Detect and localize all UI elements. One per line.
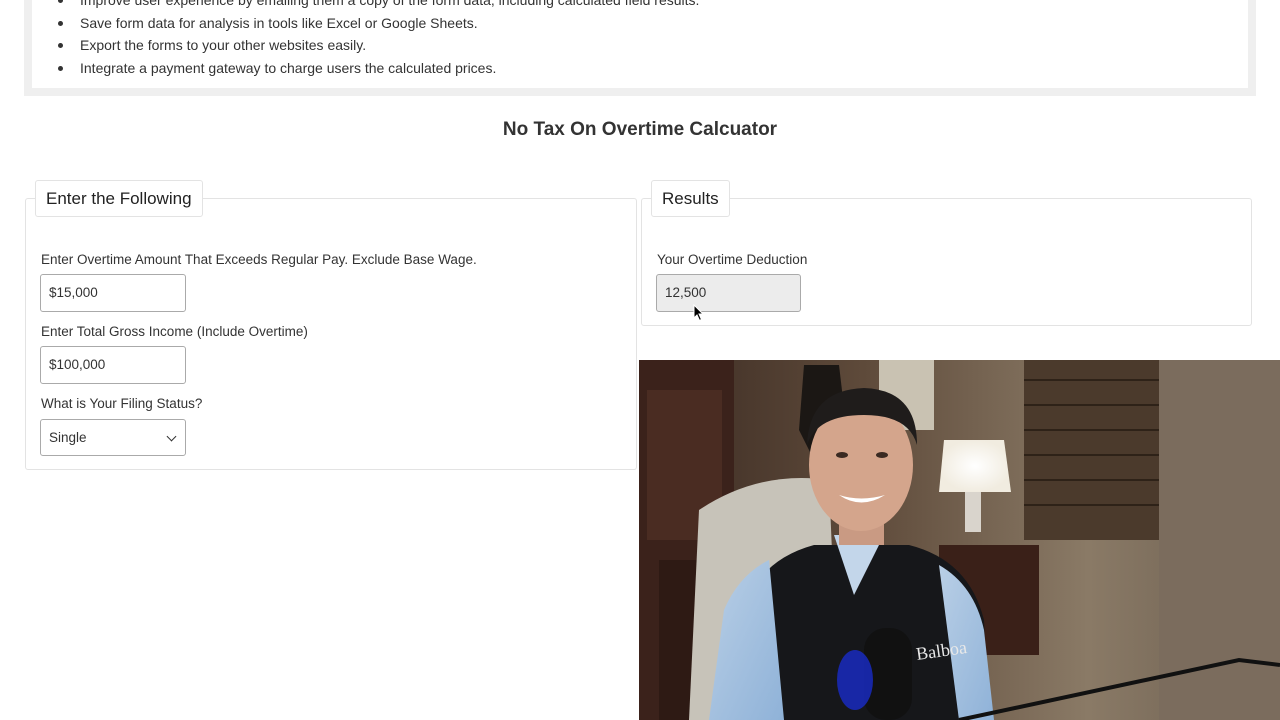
webcam-video: Balboa — [639, 360, 1280, 720]
deduction-output: 12,500 — [656, 274, 801, 312]
feature-item: Save form data for analysis in tools lik… — [56, 12, 699, 35]
filing-status-select[interactable]: Single — [40, 419, 186, 456]
overtime-amount-input[interactable]: $15,000 — [40, 274, 186, 312]
mouse-cursor-icon — [693, 304, 705, 322]
overtime-label: Enter Overtime Amount That Exceeds Regul… — [41, 252, 477, 267]
feature-item: Improve user experience by emailing them… — [56, 0, 699, 12]
feature-item: Integrate a payment gateway to charge us… — [56, 57, 699, 80]
results-panel-legend: Results — [651, 180, 730, 217]
feature-list: Improve user experience by emailing them… — [56, 0, 699, 79]
filing-status-label: What is Your Filing Status? — [41, 396, 203, 411]
input-panel-legend: Enter the Following — [35, 180, 203, 217]
gross-income-label: Enter Total Gross Income (Include Overti… — [41, 324, 308, 339]
page-title: No Tax On Overtime Calcuator — [502, 119, 778, 140]
filing-status-value: Single — [49, 430, 87, 445]
feature-item: Export the forms to your other websites … — [56, 34, 699, 57]
presenter-video-frame: Balboa — [639, 360, 1280, 720]
deduction-label: Your Overtime Deduction — [657, 252, 808, 267]
chevron-down-icon — [166, 431, 177, 442]
gross-income-input[interactable]: $100,000 — [40, 346, 186, 384]
